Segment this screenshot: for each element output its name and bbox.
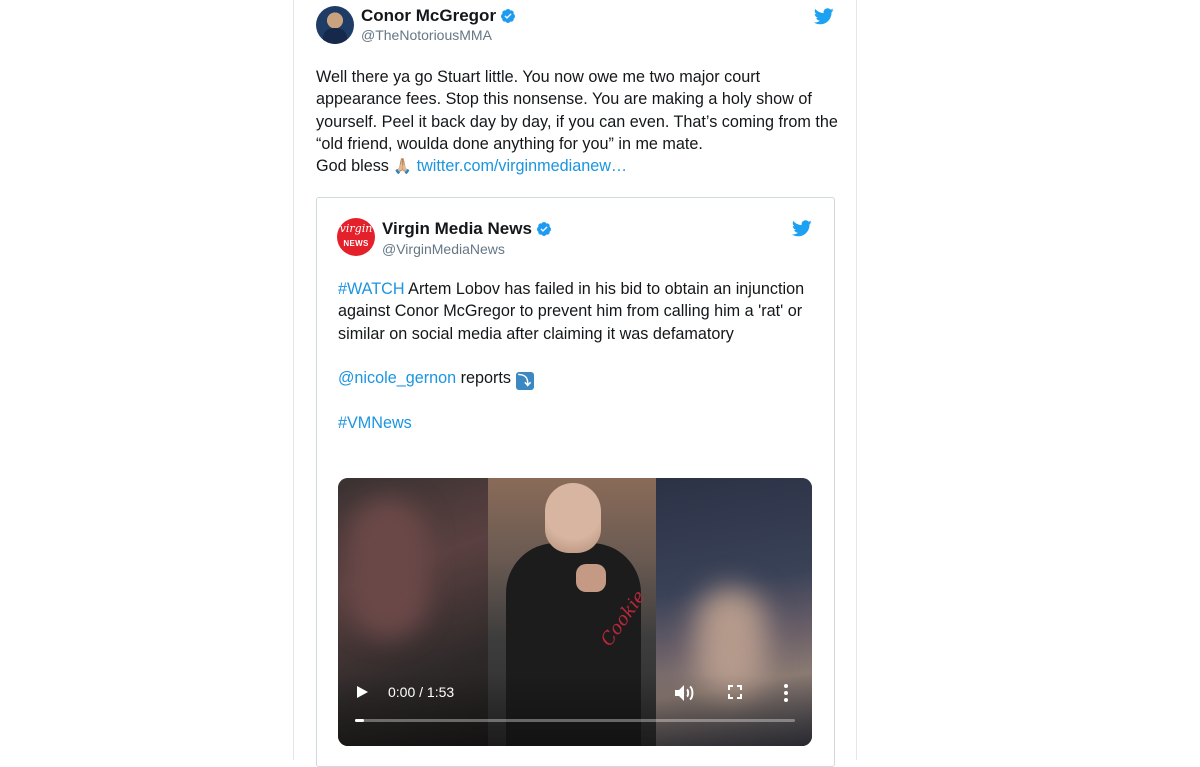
avatar-logo-text: virgin <box>339 222 373 235</box>
video-player[interactable]: Cookie 0:00 / 1:53 <box>338 478 812 746</box>
folded-hands-emoji-icon: 🙏🏼 <box>393 158 413 176</box>
tweet-link[interactable]: twitter.com/virginmedianew… <box>417 157 628 175</box>
tweet-body: Well there ya go Stuart little. You now … <box>316 68 838 153</box>
author-handle[interactable]: @TheNotoriousMMA <box>361 27 492 43</box>
avatar-news-label: NEWS <box>343 239 369 248</box>
fullscreen-icon[interactable] <box>728 685 742 699</box>
tweet-author[interactable]: Conor McGregor @TheNotoriousMMA <box>316 6 836 46</box>
video-progress-fill <box>355 719 364 722</box>
quote-author-handle[interactable]: @VirginMediaNews <box>382 241 505 257</box>
author-avatar[interactable] <box>316 6 354 44</box>
quote-body: Artem Lobov has failed in his bid to obt… <box>338 280 805 343</box>
verified-badge-icon <box>501 9 516 23</box>
mention-nicole-gernon[interactable]: @nicole_gernon <box>338 369 456 387</box>
video-progress-bar[interactable] <box>355 719 795 722</box>
twitter-bird-icon[interactable] <box>792 220 812 237</box>
embedded-tweet-card: Conor McGregor @TheNotoriousMMA Well the… <box>293 0 857 767</box>
reports-text: reports <box>456 368 516 387</box>
quoted-tweet[interactable]: virgin NEWS Virgin Media News @VirginMed… <box>316 197 835 767</box>
author-name[interactable]: Conor McGregor <box>361 6 496 26</box>
tweet-closing: God bless <box>316 157 389 176</box>
video-time: 0:00 / 1:53 <box>388 684 455 700</box>
hashtag-watch[interactable]: #WATCH <box>338 280 405 298</box>
quote-author-name[interactable]: Virgin Media News <box>382 219 532 239</box>
hashtag-vmnews[interactable]: #VMNews <box>338 414 412 432</box>
volume-icon[interactable] <box>674 684 696 702</box>
twitter-bird-icon[interactable] <box>814 8 834 25</box>
down-arrow-emoji-icon: ⤵ <box>515 371 534 390</box>
tweet-text: Well there ya go Stuart little. You now … <box>316 66 846 178</box>
virgin-media-avatar[interactable]: virgin NEWS <box>337 218 375 256</box>
more-options-icon[interactable] <box>784 684 788 702</box>
verified-badge-icon <box>536 222 551 236</box>
quote-text: #WATCH Artem Lobov has failed in his bid… <box>338 278 818 434</box>
play-icon[interactable] <box>357 686 368 698</box>
